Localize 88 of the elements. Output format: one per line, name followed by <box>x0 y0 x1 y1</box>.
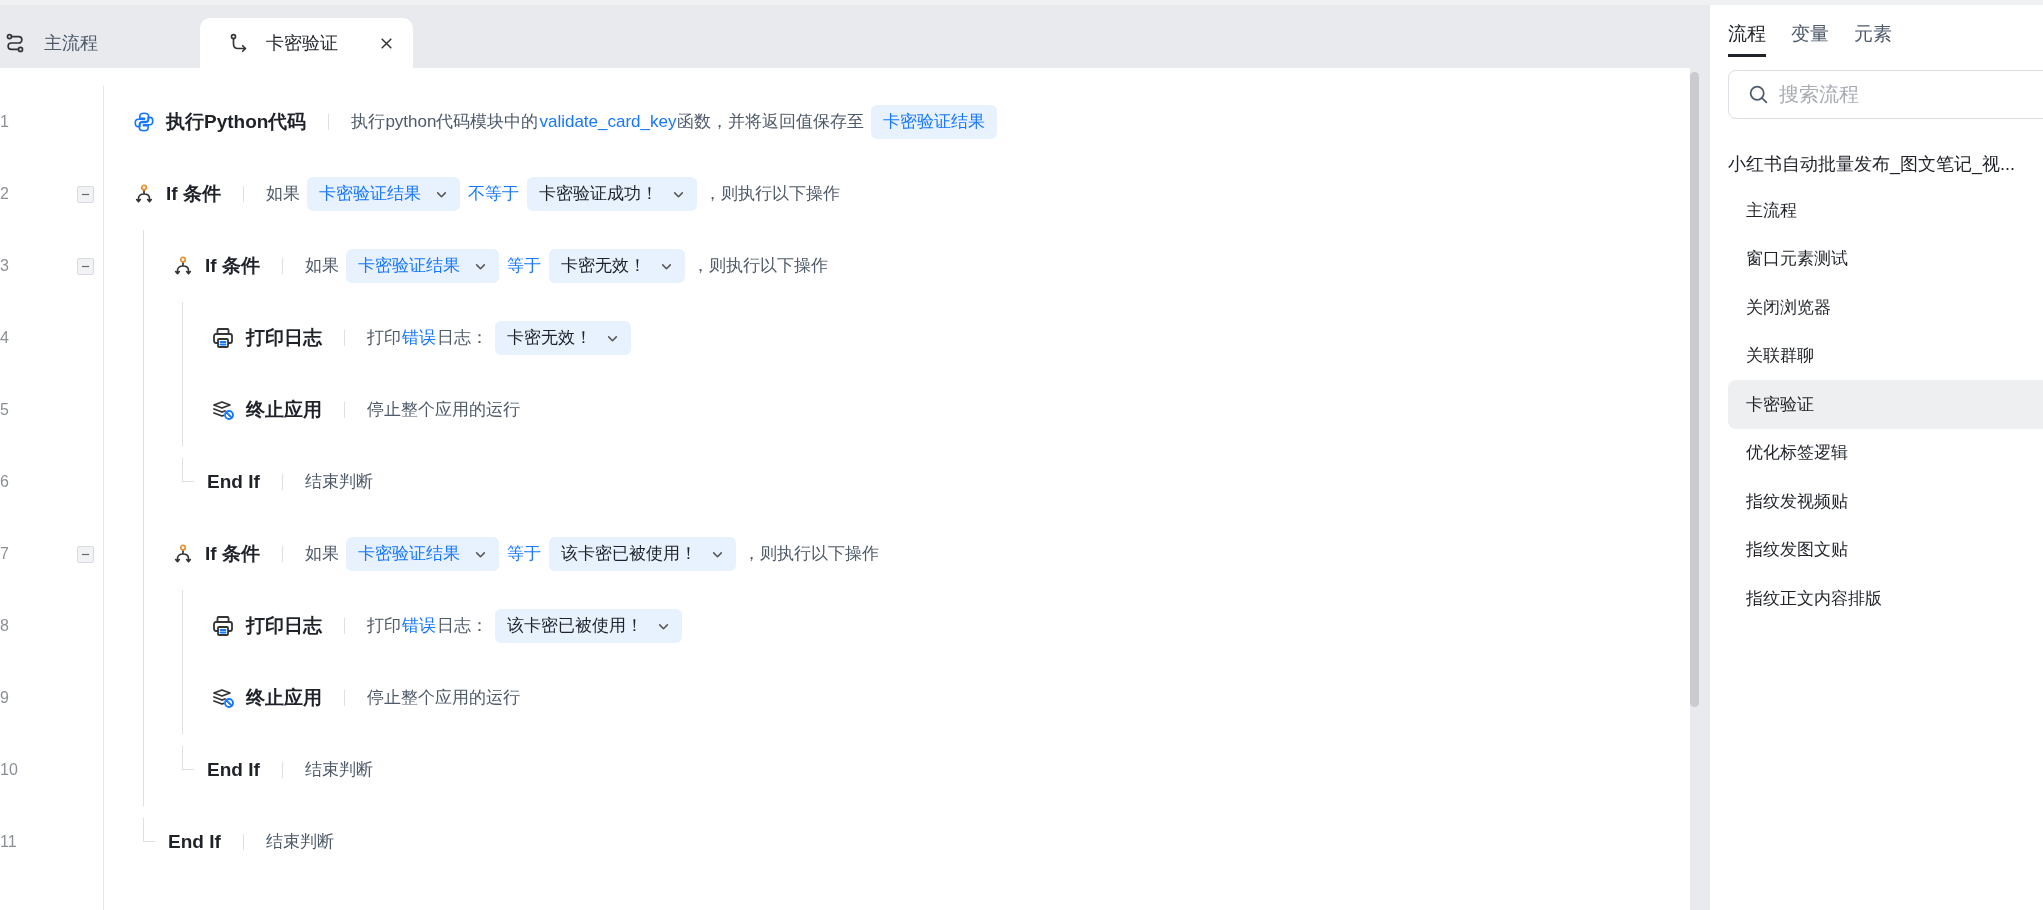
flow-list-item[interactable]: 指纹发图文贴 <box>1728 525 2043 574</box>
flow-list-item[interactable]: 指纹正文内容排版 <box>1728 574 2043 623</box>
line-number: 2 <box>0 184 9 204</box>
tab[interactable]: 卡密验证 <box>200 18 413 68</box>
variable-dropdown[interactable]: 卡密验证结果 <box>345 249 499 283</box>
tree-connector <box>182 746 194 770</box>
variable-tag[interactable]: 卡密验证结果 <box>871 105 998 139</box>
printer-icon <box>211 614 235 638</box>
line-number: 4 <box>0 328 9 348</box>
description-text: 结束判断 <box>304 759 373 782</box>
close-icon[interactable] <box>380 36 393 50</box>
value-dropdown[interactable]: 该卡密已被使用！ <box>495 609 682 643</box>
line-number: 9 <box>0 688 9 708</box>
step-title: 打印日志 <box>246 325 322 350</box>
panel-tab[interactable]: 元素 <box>1854 19 1892 57</box>
stack-stop-icon <box>211 398 235 422</box>
flow-list-item[interactable]: 优化标签逻辑 <box>1728 428 2043 477</box>
description-text: 如果 <box>304 255 339 278</box>
keyword-text: validate_card_key <box>539 111 677 134</box>
search-icon <box>1748 84 1769 105</box>
branch-icon <box>172 543 194 565</box>
keyword-text: 等于 <box>506 255 541 278</box>
line-number: 1 <box>0 112 9 132</box>
flow-list-item[interactable]: 主流程 <box>1728 186 2043 235</box>
line-number: 5 <box>0 400 9 420</box>
description-text: 打印 <box>367 615 401 638</box>
stack-stop-icon <box>211 686 235 710</box>
step-title: 打印日志 <box>246 613 322 638</box>
description-text: 日志： <box>437 615 488 638</box>
description-text: 停止整个应用的运行 <box>367 687 520 710</box>
flow-list-item[interactable]: 指纹发视频贴 <box>1728 477 2043 526</box>
collapse-button[interactable] <box>77 545 94 563</box>
line-number: 10 <box>0 760 18 780</box>
tree-connector <box>143 818 155 842</box>
variable-dropdown[interactable]: 卡密验证结果 <box>306 177 460 211</box>
description-text: 打印 <box>367 327 401 350</box>
value-dropdown[interactable]: 卡密无效！ <box>548 249 685 283</box>
description-text: ，则执行以下操作 <box>691 255 828 278</box>
tab[interactable]: 主流程 <box>0 18 195 68</box>
tree-connector <box>182 458 194 482</box>
python-icon <box>133 111 155 133</box>
step-title: If 条件 <box>205 541 260 566</box>
keyword-text: 错误 <box>402 327 436 350</box>
flow-list-item[interactable]: 关闭浏览器 <box>1728 283 2043 332</box>
step-title: End If <box>207 469 260 494</box>
step-title: 执行Python代码 <box>166 109 307 134</box>
flow-list-item[interactable]: 卡密验证 <box>1728 380 2043 429</box>
description-text: 如果 <box>304 543 339 566</box>
flow-icon <box>4 32 26 54</box>
step-title: End If <box>168 829 221 854</box>
description-text: 结束判断 <box>304 471 373 494</box>
scrollbar[interactable] <box>1690 72 1699 707</box>
step-title: 终止应用 <box>246 397 322 422</box>
panel-tab[interactable]: 变量 <box>1791 19 1829 57</box>
line-number: 11 <box>0 832 17 852</box>
description-text: 函数，并将返回值保存至 <box>677 111 865 134</box>
branch-icon <box>133 183 155 205</box>
collapse-button[interactable] <box>77 257 94 275</box>
description-text: 停止整个应用的运行 <box>367 399 520 422</box>
step-title: If 条件 <box>205 253 260 278</box>
description-text: ，则执行以下操作 <box>742 543 879 566</box>
line-number: 8 <box>0 616 9 636</box>
keyword-text: 等于 <box>506 543 541 566</box>
variable-dropdown[interactable]: 卡密验证结果 <box>345 537 499 571</box>
value-dropdown[interactable]: 卡密无效！ <box>495 321 631 355</box>
search-field[interactable]: 搜索流程 <box>1728 70 2043 119</box>
line-number: 6 <box>0 472 9 492</box>
description-text: 日志： <box>437 327 488 350</box>
step-title: End If <box>207 757 260 782</box>
value-dropdown[interactable]: 该卡密已被使用！ <box>548 537 736 571</box>
branch-icon <box>172 255 194 277</box>
printer-icon <box>211 326 235 350</box>
step-title: 终止应用 <box>246 685 322 710</box>
keyword-text: 错误 <box>402 615 436 638</box>
flow-list-item[interactable]: 关联群聊 <box>1728 331 2043 380</box>
line-number: 7 <box>0 544 9 564</box>
project-title[interactable]: 小红书自动批量发布_图文笔记_视... <box>1728 148 2043 180</box>
flow-list-item[interactable]: 窗口元素测试 <box>1728 234 2043 283</box>
panel-tab[interactable]: 流程 <box>1728 19 1766 57</box>
description-text: ，则执行以下操作 <box>703 183 840 206</box>
description-text: 执行python代码模块中的 <box>351 111 539 134</box>
value-dropdown[interactable]: 卡密验证成功！ <box>526 177 697 211</box>
step-title: If 条件 <box>166 181 221 206</box>
keyword-text: 不等于 <box>467 183 519 206</box>
description-text: 如果 <box>265 183 300 206</box>
description-text: 结束判断 <box>265 831 334 854</box>
line-number: 3 <box>0 256 9 276</box>
collapse-button[interactable] <box>77 185 94 203</box>
